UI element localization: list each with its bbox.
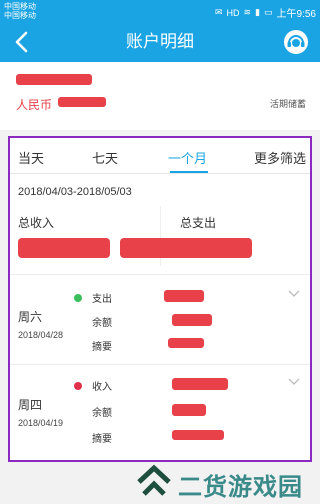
total-expense-label: 总支出 [180,216,217,230]
balance-label: 余额 [92,318,112,329]
tab-today[interactable]: 当天 [18,148,44,167]
status-indicators: ✉ HD ≋ ▮ ▭ 上午9:56 [215,5,316,20]
transaction-row[interactable]: 收入 周四 余额 2018/04/19 摘要 [10,368,310,452]
redacted-balance [172,314,212,326]
tab-one-month[interactable]: 一个月 [168,148,207,167]
expense-indicator-dot [74,294,82,302]
weekday: 周四 [18,398,43,412]
redacted-total-expense [120,238,252,258]
active-tab-indicator [170,171,208,173]
header: 账户明细 [0,22,320,62]
redacted-balance [172,404,206,416]
transaction-date: 2018/04/19 [18,418,64,428]
redacted-account-number [16,74,92,85]
transaction-detail-panel: 当天 七天 一个月 更多筛选 2018/04/03-2018/05/03 总收入… [8,136,312,462]
weekday: 周六 [18,310,43,324]
divider [10,364,310,365]
customer-service-icon [284,30,308,54]
divider [10,274,310,275]
notification-icon: ✉ [214,7,223,17]
balance-label: 余额 [92,408,112,419]
period-tabs: 当天 七天 一个月 更多筛选 [10,138,310,174]
chevron-down-icon [288,290,300,297]
hd-icon: HD [226,7,240,18]
signal-icon: ▮ [255,7,261,17]
tab-more-filters[interactable]: 更多筛选 [254,148,306,167]
redacted-balance [58,97,106,107]
transaction-type: 收入 [92,382,112,393]
clock: 上午9:56 [276,9,316,20]
redacted-memo [172,430,224,440]
memo-label: 摘要 [92,434,112,445]
watermark-logo-icon [137,464,171,496]
currency-label: 人民币 [16,98,53,112]
tab-seven-days[interactable]: 七天 [92,148,118,167]
carrier-label-secondary: 中国移动 [4,11,36,20]
transaction-type: 支出 [92,294,112,305]
battery-icon: ▭ [264,7,273,17]
customer-service-button[interactable] [282,28,310,56]
date-range: 2018/04/03-2018/05/03 [18,186,132,198]
wifi-icon: ≋ [243,7,252,17]
income-indicator-dot [74,382,82,390]
status-bar: 中国移动 中国移动 ✉ HD ≋ ▮ ▭ 上午9:56 [0,0,320,22]
transaction-row[interactable]: 支出 周六 余额 2018/04/28 摘要 [10,280,310,364]
watermark: 二货游戏园 [128,462,320,504]
watermark-text: 二货游戏园 [178,474,303,501]
account-card[interactable]: 人民币 活期储蓄 [0,62,320,130]
carrier-label: 中国移动 [4,2,36,11]
redacted-memo [168,338,204,348]
account-type: 活期储蓄 [269,99,306,109]
redacted-total-income [18,238,110,258]
memo-label: 摘要 [92,342,112,353]
redacted-amount [172,378,228,390]
redacted-amount [164,290,204,302]
transaction-date: 2018/04/28 [18,330,64,340]
chevron-down-icon [288,378,300,385]
page-title: 账户明细 [126,32,194,51]
total-income-label: 总收入 [18,216,55,230]
summary: 总收入 总支出 [10,202,310,274]
